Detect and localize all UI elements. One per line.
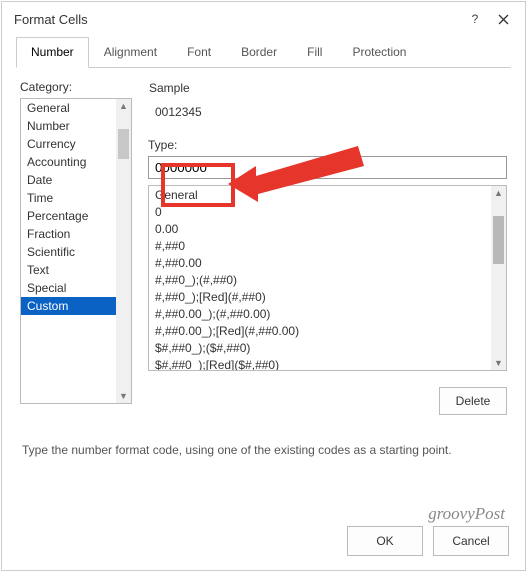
category-item[interactable]: Scientific: [21, 243, 131, 261]
format-item[interactable]: $#,##0_);[Red]($#,##0): [149, 356, 506, 371]
close-icon: [498, 14, 509, 25]
format-detail: Sample 0012345 Type: General 0 0.00 #,##…: [132, 80, 507, 415]
chevron-down-icon[interactable]: ▼: [116, 389, 131, 403]
scrollbar[interactable]: ▲ ▼: [116, 99, 131, 403]
format-item[interactable]: 0: [149, 203, 506, 220]
scrollbar[interactable]: ▲ ▼: [491, 186, 506, 370]
tab-border[interactable]: Border: [226, 37, 292, 68]
format-listbox[interactable]: General 0 0.00 #,##0 #,##0.00 #,##0_);(#…: [148, 185, 507, 371]
watermark: groovyPost: [428, 504, 505, 524]
sample-label: Sample: [149, 81, 506, 95]
category-item[interactable]: Custom: [21, 297, 131, 315]
tab-font[interactable]: Font: [172, 37, 226, 68]
dialog-footer: OK Cancel: [2, 526, 525, 570]
format-item[interactable]: #,##0.00_);[Red](#,##0.00): [149, 322, 506, 339]
category-item[interactable]: Accounting: [21, 153, 131, 171]
category-label: Category:: [20, 80, 132, 94]
format-item[interactable]: $#,##0_);($#,##0): [149, 339, 506, 356]
category-item[interactable]: Currency: [21, 135, 131, 153]
category-column: Category: General Number Currency Accoun…: [20, 80, 132, 415]
category-item[interactable]: Special: [21, 279, 131, 297]
dialog-body: Number Alignment Font Border Fill Protec…: [2, 32, 525, 467]
format-item[interactable]: #,##0: [149, 237, 506, 254]
help-button[interactable]: ?: [461, 8, 489, 30]
sample-value: 0012345: [149, 99, 506, 127]
cancel-button[interactable]: Cancel: [433, 526, 509, 556]
type-label: Type:: [148, 138, 507, 152]
category-item[interactable]: Percentage: [21, 207, 131, 225]
category-item[interactable]: Number: [21, 117, 131, 135]
category-item[interactable]: Date: [21, 171, 131, 189]
sample-group: Sample 0012345: [148, 80, 507, 128]
category-item[interactable]: General: [21, 99, 131, 117]
chevron-up-icon[interactable]: ▲: [491, 186, 506, 200]
format-item[interactable]: 0.00: [149, 220, 506, 237]
tab-fill[interactable]: Fill: [292, 37, 337, 68]
category-listbox[interactable]: General Number Currency Accounting Date …: [20, 98, 132, 404]
tab-number[interactable]: Number: [16, 37, 89, 68]
tab-content: Category: General Number Currency Accoun…: [16, 68, 511, 457]
tab-protection[interactable]: Protection: [337, 37, 421, 68]
scroll-thumb[interactable]: [118, 129, 129, 159]
category-item[interactable]: Fraction: [21, 225, 131, 243]
delete-button[interactable]: Delete: [439, 387, 507, 415]
ok-button[interactable]: OK: [347, 526, 423, 556]
scroll-thumb[interactable]: [493, 216, 504, 264]
format-item[interactable]: #,##0_);[Red](#,##0): [149, 288, 506, 305]
category-item[interactable]: Time: [21, 189, 131, 207]
tab-alignment[interactable]: Alignment: [89, 37, 172, 68]
format-item[interactable]: #,##0.00_);(#,##0.00): [149, 305, 506, 322]
close-button[interactable]: [489, 8, 517, 30]
format-item[interactable]: #,##0.00: [149, 254, 506, 271]
chevron-down-icon[interactable]: ▼: [491, 356, 506, 370]
category-item[interactable]: Text: [21, 261, 131, 279]
format-item[interactable]: #,##0_);(#,##0): [149, 271, 506, 288]
dialog-window: Format Cells ? Number Alignment Font Bor…: [1, 1, 526, 571]
window-title: Format Cells: [14, 12, 461, 27]
titlebar: Format Cells ?: [2, 2, 525, 32]
chevron-up-icon[interactable]: ▲: [116, 99, 131, 113]
hint-text: Type the number format code, using one o…: [22, 443, 505, 457]
tab-bar: Number Alignment Font Border Fill Protec…: [16, 36, 511, 68]
type-input[interactable]: [148, 156, 507, 179]
format-item[interactable]: General: [149, 186, 506, 203]
